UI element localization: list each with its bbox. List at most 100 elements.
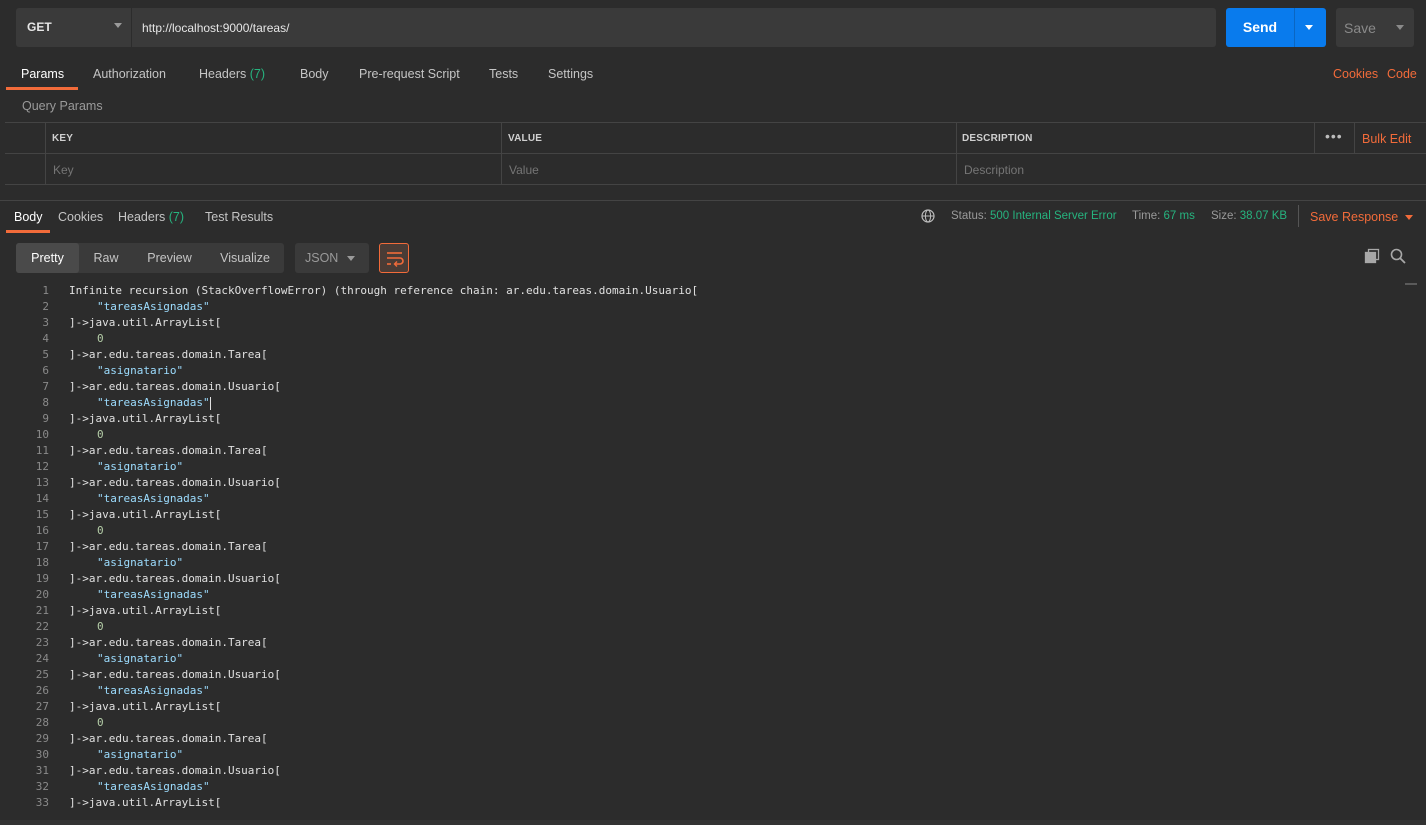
code-line: 18 "asignatario" (0, 555, 1400, 571)
response-body-editor[interactable]: 1 Infinite recursion (StackOverflowError)… (0, 283, 1400, 813)
line-number: 4 (42, 332, 49, 345)
line-number: 2 (42, 300, 49, 313)
description-input[interactable] (964, 163, 1404, 177)
code-text: "asignatario" (97, 363, 183, 379)
tab-body[interactable]: Body (300, 67, 329, 81)
code-line: 21]->java.util.ArrayList[ (0, 603, 1400, 619)
status-readout: Status: 500 Internal Server Error (951, 210, 1117, 222)
globe-icon[interactable] (921, 209, 935, 223)
code-text: 0 (97, 523, 104, 539)
more-options-icon[interactable]: ••• (1325, 128, 1343, 144)
tab-test-results[interactable]: Test Results (205, 210, 273, 224)
code-line: 24 "asignatario" (0, 651, 1400, 667)
view-pretty-button[interactable]: Pretty (16, 243, 79, 273)
code-line: 6 "asignatario" (0, 363, 1400, 379)
tab-response-body[interactable]: Body (14, 210, 43, 224)
code-link[interactable]: Code (1387, 67, 1417, 81)
line-number: 15 (35, 508, 49, 521)
status-value[interactable]: 500 Internal Server Error (990, 210, 1117, 222)
code-token: ]->ar.edu.tareas.domain.Tarea[ (69, 444, 268, 457)
time-value[interactable]: 67 ms (1164, 210, 1195, 222)
bulk-edit-link[interactable]: Bulk Edit (1362, 132, 1411, 146)
send-dropdown-chevron-icon[interactable] (1305, 25, 1313, 30)
code-token: ]->ar.edu.tareas.domain.Tarea[ (69, 732, 268, 745)
search-icon[interactable] (1390, 248, 1406, 264)
code-line: 29]->ar.edu.tareas.domain.Tarea[ (0, 731, 1400, 747)
time-label: Time: (1132, 210, 1161, 222)
method-select[interactable]: GET (16, 8, 132, 47)
line-number: 13 (35, 476, 49, 489)
time-readout: Time: 67 ms (1132, 210, 1195, 222)
key-input[interactable] (53, 163, 493, 177)
code-line: 32 "tareasAsignadas" (0, 779, 1400, 795)
chevron-down-icon (347, 256, 355, 261)
save-label: Save (1344, 20, 1376, 36)
value-input[interactable] (509, 163, 949, 177)
scrollbar-thumb[interactable] (1405, 283, 1417, 285)
save-dropdown-chevron-icon[interactable] (1396, 25, 1404, 30)
save-response-button[interactable]: Save Response (1310, 210, 1414, 224)
view-preview-button[interactable]: Preview (133, 243, 206, 273)
url-field[interactable] (132, 8, 1216, 47)
url-input[interactable] (132, 8, 1216, 47)
wrap-lines-button[interactable] (379, 243, 409, 273)
code-text: "asignatario" (97, 459, 183, 475)
code-text: ]->ar.edu.tareas.domain.Usuario[ (69, 475, 281, 491)
code-text: ]->ar.edu.tareas.domain.Usuario[ (69, 667, 281, 683)
active-tab-indicator (6, 230, 50, 233)
column-divider (45, 123, 46, 153)
send-button[interactable]: Send (1226, 8, 1326, 47)
copy-icon[interactable] (1364, 248, 1380, 264)
code-line: 1 Infinite recursion (StackOverflowError)… (0, 283, 1400, 299)
tab-headers[interactable]: Headers (7) (199, 67, 265, 81)
tab-params[interactable]: Params (21, 67, 64, 81)
code-token: "asignatario" (97, 556, 184, 569)
code-token: ]->ar.edu.tareas.domain.Usuario[ (69, 668, 281, 681)
line-number: 1 (42, 284, 49, 297)
line-number: 22 (35, 620, 49, 633)
code-line: 26 "tareasAsignadas" (0, 683, 1400, 699)
format-select[interactable]: JSON (295, 243, 369, 273)
code-line: 5]->ar.edu.tareas.domain.Tarea[ (0, 347, 1400, 363)
table-header-row: KEY VALUE DESCRIPTION ••• Bulk Edit (5, 123, 1426, 154)
code-text: 0 (97, 619, 104, 635)
view-visualize-button[interactable]: Visualize (206, 243, 284, 273)
code-line: 8 "tareasAsignadas" (0, 395, 1400, 411)
size-label: Size: (1211, 210, 1237, 222)
code-token: ]->ar.edu.tareas.domain.Tarea[ (69, 348, 268, 361)
save-button[interactable]: Save (1336, 8, 1414, 47)
tab-response-headers[interactable]: Headers (7) (118, 210, 184, 224)
size-value[interactable]: 38.07 KB (1240, 210, 1287, 222)
code-token: ]->ar.edu.tareas.domain.Usuario[ (69, 572, 281, 585)
code-line: 27]->java.util.ArrayList[ (0, 699, 1400, 715)
code-text: 0 (97, 715, 104, 731)
code-line: 16 0 (0, 523, 1400, 539)
scrollbar[interactable] (1405, 283, 1417, 813)
save-response-label: Save Response (1310, 210, 1399, 224)
code-token: "tareasAsignadas" (97, 588, 210, 601)
status-bar (0, 820, 1426, 825)
code-line: 2 "tareasAsignadas" (0, 299, 1400, 315)
code-line: 23]->ar.edu.tareas.domain.Tarea[ (0, 635, 1400, 651)
cookies-link[interactable]: Cookies (1333, 67, 1378, 81)
pane-divider[interactable] (0, 200, 1426, 201)
tab-prerequest-script[interactable]: Pre-request Script (359, 67, 460, 81)
code-token: "tareasAsignadas" (97, 300, 210, 313)
tab-tests[interactable]: Tests (489, 67, 518, 81)
tab-response-cookies[interactable]: Cookies (58, 210, 103, 224)
format-label: JSON (305, 251, 339, 265)
code-token: 0 (97, 716, 104, 729)
code-text: "tareasAsignadas" (97, 395, 211, 411)
line-number: 9 (42, 412, 49, 425)
column-key: KEY (52, 133, 74, 144)
code-text: "asignatario" (97, 747, 183, 763)
view-raw-button[interactable]: Raw (79, 243, 133, 273)
line-number: 24 (35, 652, 49, 665)
code-line: 25]->ar.edu.tareas.domain.Usuario[ (0, 667, 1400, 683)
request-bar: GET Send Save (16, 8, 1416, 47)
code-line: 33]->java.util.ArrayList[ (0, 795, 1400, 811)
tab-authorization[interactable]: Authorization (93, 67, 166, 81)
tab-settings[interactable]: Settings (548, 67, 593, 81)
tab-response-headers-label: Headers (118, 210, 166, 224)
code-token: "tareasAsignadas" (97, 780, 210, 793)
